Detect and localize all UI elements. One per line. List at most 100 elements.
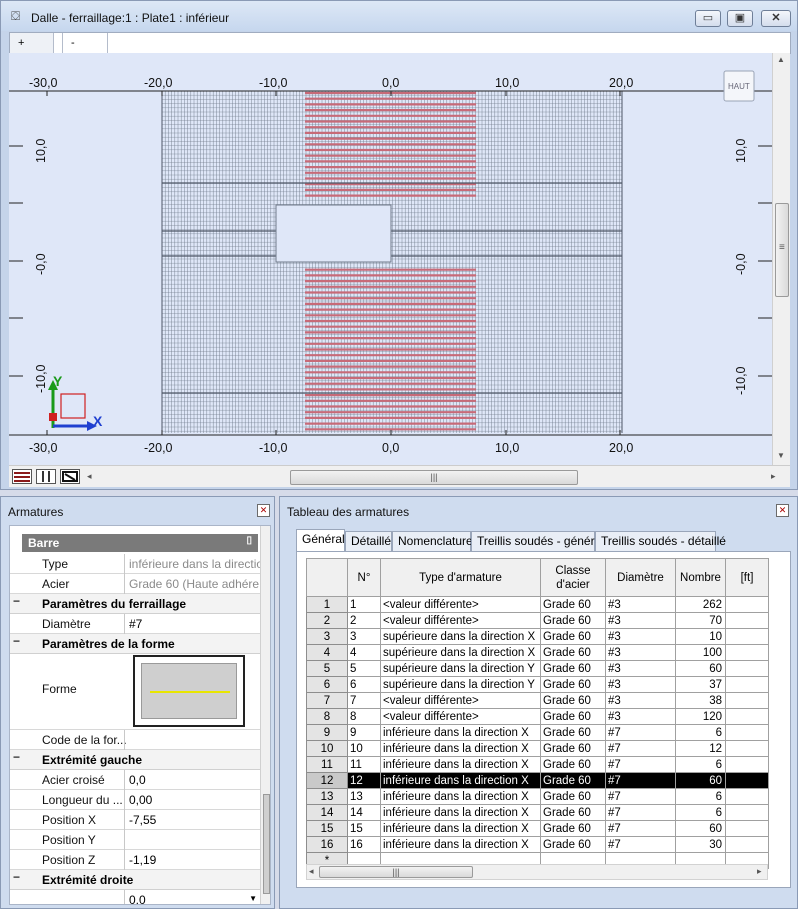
cell-diametre[interactable]: #3 [605, 660, 676, 677]
cell-diametre[interactable]: #3 [605, 612, 676, 629]
cell-type[interactable]: inférieure dans la direction X [380, 820, 541, 837]
cell-diametre[interactable]: #3 [605, 628, 676, 645]
cell-classe[interactable]: Grade 60 [540, 756, 606, 773]
vertical-scroll-thumb[interactable]: ≡ [775, 203, 789, 297]
table-horizontal-scrollbar[interactable]: ◂ ||| ▸ [306, 864, 768, 880]
cell-length[interactable] [725, 756, 769, 773]
cell-classe[interactable]: Grade 60 [540, 740, 606, 757]
cell-length[interactable] [725, 724, 769, 741]
cell-type[interactable]: supérieure dans la direction X [380, 628, 541, 645]
cell-type[interactable]: inférieure dans la direction X [380, 772, 541, 789]
cell-type[interactable]: <valeur différente> [380, 612, 541, 629]
tab-detaille[interactable]: Détaillé [345, 531, 392, 551]
table-row[interactable]: 7 7 <valeur différente> Grade 60 #3 38 [306, 692, 769, 709]
tab-nomenclature[interactable]: Nomenclature [392, 531, 473, 551]
row-header[interactable]: 4 [306, 644, 348, 661]
maximize-button[interactable]: ▣ [727, 10, 753, 27]
cell-number[interactable]: 15 [347, 820, 381, 837]
cell-nombre[interactable]: 60 [675, 772, 726, 789]
cell-number[interactable]: 10 [347, 740, 381, 757]
view-cube[interactable]: HAUT [723, 70, 755, 102]
table-row[interactable]: 15 15 inférieure dans la direction X Grade … [306, 820, 769, 837]
table-row[interactable]: 11 11 inférieure dans la direction X Grade … [306, 756, 769, 773]
cell-length[interactable] [725, 660, 769, 677]
cell-length[interactable] [725, 612, 769, 629]
table-row[interactable]: 9 9 inférieure dans la direction X Grade 60… [306, 724, 769, 741]
tab-plus[interactable]: + [10, 33, 54, 53]
cell-length[interactable] [725, 740, 769, 757]
cell-diametre[interactable]: #7 [605, 724, 676, 741]
display-mode-shape-icon[interactable] [60, 469, 80, 484]
close-panel-icon[interactable]: ✕ [776, 504, 789, 517]
chevron-down-icon[interactable]: ▼ [249, 894, 257, 903]
cell-nombre[interactable]: 38 [675, 692, 726, 709]
cell-type[interactable]: supérieure dans la direction Y [380, 676, 541, 693]
cell-type[interactable]: inférieure dans la direction X [380, 740, 541, 757]
property-row-acier-croise[interactable]: Acier croisé 0,0 [10, 770, 260, 790]
cell-type[interactable]: supérieure dans la direction X [380, 644, 541, 661]
cell-classe[interactable]: Grade 60 [540, 724, 606, 741]
cell-length[interactable] [725, 692, 769, 709]
display-mode-columns-icon[interactable] [36, 469, 56, 484]
cell-type[interactable]: inférieure dans la direction X [380, 804, 541, 821]
cell-number[interactable]: 1 [347, 596, 381, 613]
row-header[interactable]: 15 [306, 820, 348, 837]
row-header[interactable]: 13 [306, 788, 348, 805]
cell-number[interactable]: 2 [347, 612, 381, 629]
cell-diametre[interactable]: #7 [605, 788, 676, 805]
table-row[interactable]: 14 14 inférieure dans la direction X Grade … [306, 804, 769, 821]
cell-number[interactable]: 12 [347, 772, 381, 789]
row-header[interactable]: 14 [306, 804, 348, 821]
row-header[interactable]: 11 [306, 756, 348, 773]
cell-nombre[interactable]: 6 [675, 756, 726, 773]
cell-type[interactable]: <valeur différente> [380, 692, 541, 709]
cell-diametre[interactable]: #3 [605, 596, 676, 613]
column-header[interactable]: Nombre [675, 558, 726, 597]
property-dropdown[interactable]: 0,0 ▼ [124, 890, 260, 904]
cell-diametre[interactable]: #3 [605, 692, 676, 709]
table-row[interactable]: 10 10 inférieure dans la direction X Grade … [306, 740, 769, 757]
cell-diametre[interactable]: #7 [605, 756, 676, 773]
pin-icon[interactable]: ▯ [246, 535, 252, 546]
row-header[interactable]: 9 [306, 724, 348, 741]
tab-general[interactable]: Général [296, 529, 345, 551]
cell-type[interactable]: inférieure dans la direction X [380, 788, 541, 805]
property-row-diametre[interactable]: Diamètre #7 [10, 614, 260, 634]
cell-length[interactable] [725, 596, 769, 613]
cell-type[interactable]: <valeur différente> [380, 708, 541, 725]
cell-type[interactable]: <valeur différente> [380, 596, 541, 613]
table-row[interactable]: 16 16 inférieure dans la direction X Grade … [306, 836, 769, 853]
row-header[interactable]: 12 [306, 772, 348, 789]
cell-nombre[interactable]: 6 [675, 804, 726, 821]
row-header[interactable]: 2 [306, 612, 348, 629]
property-scroll-thumb[interactable] [263, 794, 270, 894]
table-row[interactable]: 4 4 supérieure dans la direction X Grade 60… [306, 644, 769, 661]
table-row[interactable]: 2 2 <valeur différente> Grade 60 #3 70 [306, 612, 769, 629]
cell-diametre[interactable]: #3 [605, 644, 676, 661]
section-parametres-ferraillage[interactable]: − Paramètres du ferraillage [10, 594, 260, 614]
title-bar[interactable]: ⛋ Dalle - ferraillage:1 : Plate1 : infér… [1, 1, 797, 31]
close-panel-icon[interactable]: ✕ [257, 504, 270, 517]
cell-number[interactable]: 14 [347, 804, 381, 821]
cell-diametre[interactable]: #7 [605, 820, 676, 837]
cell-number[interactable]: 13 [347, 788, 381, 805]
column-header[interactable]: Diamètre [605, 558, 676, 597]
cell-nombre[interactable]: 12 [675, 740, 726, 757]
tab-minus[interactable]: - [62, 33, 108, 53]
cell-number[interactable]: 7 [347, 692, 381, 709]
cell-type[interactable]: inférieure dans la direction X [380, 836, 541, 853]
cell-nombre[interactable]: 120 [675, 708, 726, 725]
table-row[interactable]: 3 3 supérieure dans la direction X Grade 60… [306, 628, 769, 645]
cell-nombre[interactable]: 262 [675, 596, 726, 613]
tab-treillis-detaille[interactable]: Treillis soudés - détaillé [595, 531, 726, 551]
cell-type[interactable]: supérieure dans la direction Y [380, 660, 541, 677]
cell-length[interactable] [725, 836, 769, 853]
cell-diametre[interactable]: #3 [605, 676, 676, 693]
collapse-icon[interactable]: − [13, 594, 20, 608]
cell-classe[interactable]: Grade 60 [540, 708, 606, 725]
cell-nombre[interactable]: 6 [675, 788, 726, 805]
property-row-code-forme[interactable]: Code de la for... [10, 730, 260, 750]
property-row-longueur[interactable]: Longueur du ... 0,00 [10, 790, 260, 810]
table-row[interactable]: 12 12 inférieure dans la direction X Grade … [306, 772, 769, 789]
cell-nombre[interactable]: 10 [675, 628, 726, 645]
